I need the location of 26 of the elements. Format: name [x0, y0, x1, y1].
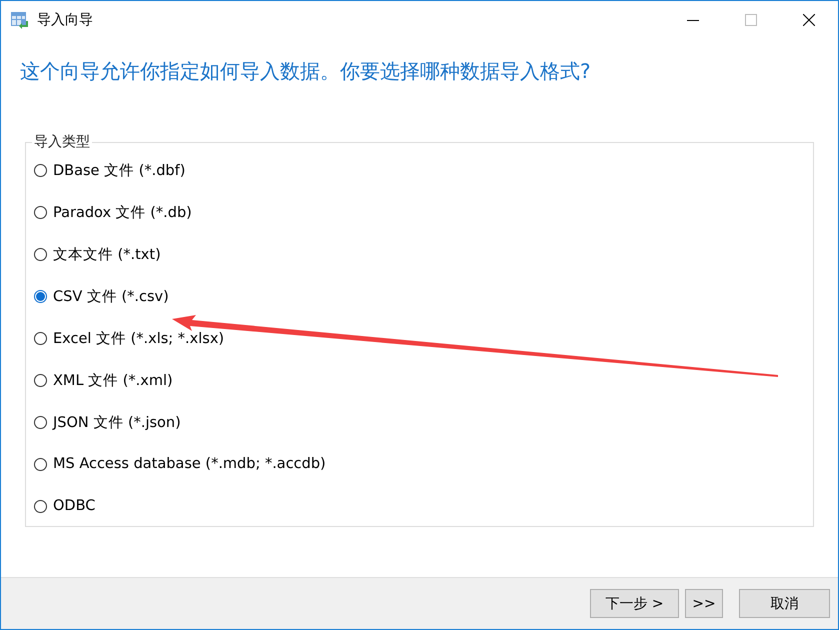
window-title: 导入向导 [37, 10, 93, 28]
radio-button[interactable] [34, 500, 47, 512]
wizard-button[interactable]: 下一步 > [590, 589, 679, 618]
radio-button[interactable] [34, 206, 47, 218]
close-icon[interactable] [803, 14, 815, 26]
radio-button[interactable] [34, 248, 47, 260]
radio-option[interactable]: Excel 文件 (*.xls; *.xlsx) [34, 317, 805, 359]
radio-button[interactable] [34, 290, 47, 302]
radio-button[interactable] [34, 416, 47, 428]
radio-option[interactable]: XML 文件 (*.xml) [34, 359, 805, 401]
radio-option[interactable]: Paradox 文件 (*.db) [34, 191, 805, 233]
radio-option[interactable]: DBase 文件 (*.dbf) [34, 149, 805, 191]
wizard-button[interactable]: 取消 [739, 589, 830, 618]
radio-option[interactable]: ODBC [34, 485, 805, 527]
radio-button[interactable] [34, 332, 47, 344]
radio-option[interactable]: CSV 文件 (*.csv) [34, 275, 805, 317]
table-icon [10, 10, 30, 30]
radio-button[interactable] [34, 164, 47, 176]
radio-option[interactable]: 文本文件 (*.txt) [34, 233, 805, 275]
wizard-button[interactable]: >> [685, 589, 723, 618]
radio-option[interactable]: JSON 文件 (*.json) [34, 401, 805, 443]
wizard-heading: 这个向导允许你指定如何导入数据。你要选择哪种数据导入格式? [20, 58, 592, 85]
radio-button[interactable] [34, 458, 47, 470]
radio-button[interactable] [34, 374, 47, 386]
group-label: 导入类型 [33, 133, 91, 151]
radio-option[interactable]: MS Access database (*.mdb; *.accdb) [34, 443, 805, 485]
